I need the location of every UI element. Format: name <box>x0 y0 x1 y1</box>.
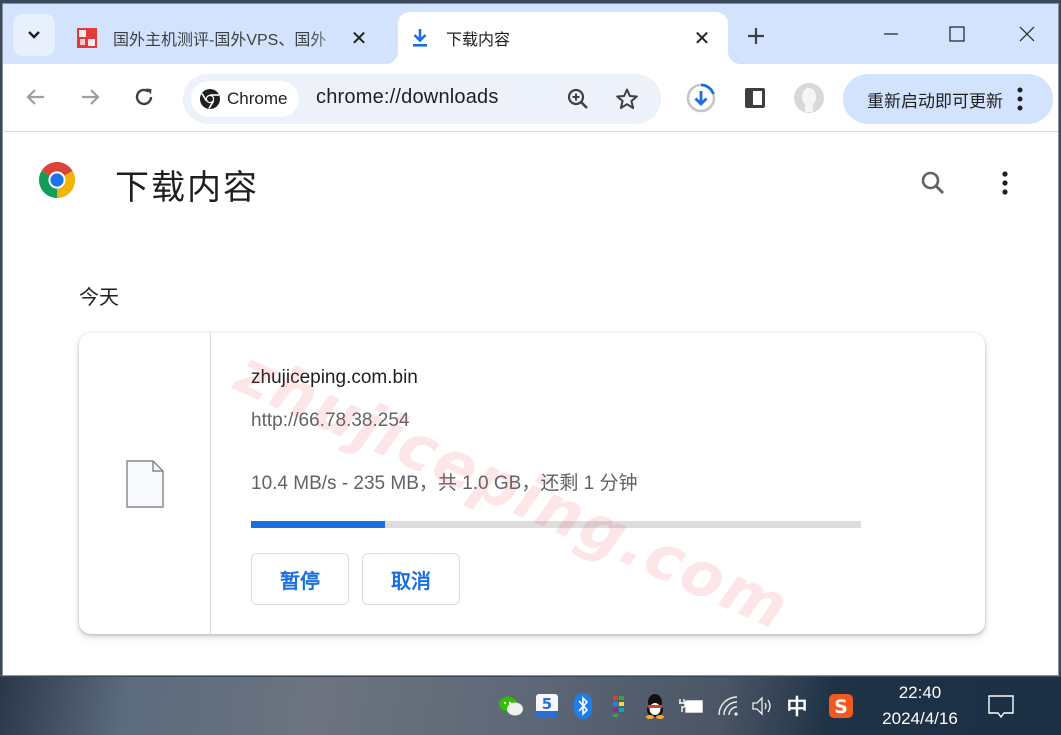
page-menu-button[interactable] <box>987 165 1023 201</box>
chip-label: Chrome <box>227 89 288 108</box>
zoom-in-icon <box>567 88 588 109</box>
chrome-window: 国外主机测评-国外VPS、国外 ✕ 下载内容 ✕ Chrome chrome:/… <box>2 3 1059 676</box>
power-battery-icon[interactable] <box>678 693 704 719</box>
relaunch-update-button[interactable]: 重新启动即可更新 <box>843 74 1053 124</box>
source-url-link[interactable]: http://66.78.38.254 <box>251 410 409 432</box>
new-tab-button[interactable] <box>740 20 772 52</box>
tab-title: 下载内容 <box>446 32 511 49</box>
download-item: zhujiceping.com.bin http://66.78.38.254 … <box>79 333 985 634</box>
site-info-chip[interactable]: Chrome <box>191 81 300 117</box>
file-icon-column <box>79 333 211 634</box>
downloads-page: 下载内容 今天 zhujiceping.com.bin http://66.78… <box>3 133 1058 675</box>
more-vert-icon <box>1002 171 1008 195</box>
update-label: 重新启动即可更新 <box>867 91 1003 111</box>
forward-button[interactable] <box>73 80 107 114</box>
more-vert-icon <box>1017 87 1023 111</box>
bluetooth-icon[interactable] <box>570 693 596 719</box>
notification-center-button[interactable] <box>985 691 1017 723</box>
download-icon <box>408 26 432 50</box>
tab-title: 国外主机测评-国外VPS、国外 <box>113 32 327 49</box>
address-bar[interactable]: Chrome chrome://downloads <box>183 74 661 124</box>
maximize-button[interactable] <box>937 16 977 52</box>
plus-icon <box>748 28 764 44</box>
chrome-icon <box>200 89 220 109</box>
arrow-left-icon <box>26 89 44 105</box>
tab-strip: 国外主机测评-国外VPS、国外 ✕ 下载内容 ✕ <box>3 4 1058 64</box>
file-name-link[interactable]: zhujiceping.com.bin <box>251 367 418 389</box>
date-section-heading: 今天 <box>79 287 119 309</box>
reload-button[interactable] <box>127 80 161 114</box>
qq-icon[interactable] <box>642 693 668 719</box>
back-button[interactable] <box>19 80 53 114</box>
tab-zhujiceping[interactable]: 国外主机测评-国外VPS、国外 ✕ <box>65 12 385 64</box>
download-progress-fill <box>251 521 386 528</box>
5-app-icon[interactable]: 5 <box>534 693 560 719</box>
maximize-icon <box>949 26 965 42</box>
wechat-icon[interactable] <box>498 693 524 719</box>
side-panel-icon <box>745 88 765 108</box>
windows-taskbar: 5 中 S 22:40 2024/4/16 <box>0 677 1061 735</box>
notification-icon <box>988 695 1014 719</box>
arrow-right-icon <box>82 89 100 105</box>
clock-time: 22:40 <box>898 683 942 702</box>
svg-text:S: S <box>834 696 848 718</box>
close-window-button[interactable] <box>1007 16 1047 52</box>
reload-icon <box>135 88 153 106</box>
volume-icon[interactable] <box>750 693 776 719</box>
site-seal-icon <box>75 26 99 50</box>
avatar-icon <box>794 83 824 113</box>
search-downloads-button[interactable] <box>915 165 951 201</box>
pause-button[interactable]: 暂停 <box>251 553 349 605</box>
chevron-down-icon <box>28 31 40 39</box>
profile-button[interactable] <box>792 81 826 115</box>
close-icon <box>1019 26 1035 42</box>
download-status: 10.4 MB/s - 235 MB，共 1.0 GB，还剩 1 分钟 <box>251 473 638 494</box>
close-tab-icon[interactable]: ✕ <box>345 24 373 52</box>
minimize-icon <box>884 33 898 35</box>
taskbar-clock[interactable]: 22:40 2024/4/16 <box>872 680 968 732</box>
download-progress-icon <box>686 83 716 113</box>
minimize-button[interactable] <box>871 16 911 52</box>
ime-icon[interactable]: 中 <box>784 693 810 719</box>
colorful-app-icon[interactable] <box>606 693 632 719</box>
tab-search-button[interactable] <box>13 14 55 56</box>
cancel-button[interactable]: 取消 <box>362 553 460 605</box>
side-panel-button[interactable] <box>738 81 772 115</box>
url-text[interactable]: chrome://downloads <box>316 86 499 109</box>
clock-date: 2024/4/16 <box>882 709 958 728</box>
svg-text:5: 5 <box>542 695 552 713</box>
toolbar: Chrome chrome://downloads 重新启动即可更新 <box>3 64 1058 132</box>
downloads-button[interactable] <box>684 81 718 115</box>
zoom-button[interactable] <box>564 85 592 113</box>
download-progress-bar <box>251 521 861 528</box>
search-icon <box>921 171 944 194</box>
chrome-logo-icon <box>38 161 76 204</box>
tab-downloads[interactable]: 下载内容 ✕ <box>398 12 728 64</box>
wifi-icon[interactable] <box>716 693 742 719</box>
bookmark-button[interactable] <box>613 85 641 113</box>
close-tab-icon[interactable]: ✕ <box>688 24 716 52</box>
file-icon <box>125 459 164 508</box>
sogou-icon[interactable]: S <box>828 693 854 719</box>
page-title: 下载内容 <box>115 169 259 207</box>
star-icon <box>616 88 638 109</box>
